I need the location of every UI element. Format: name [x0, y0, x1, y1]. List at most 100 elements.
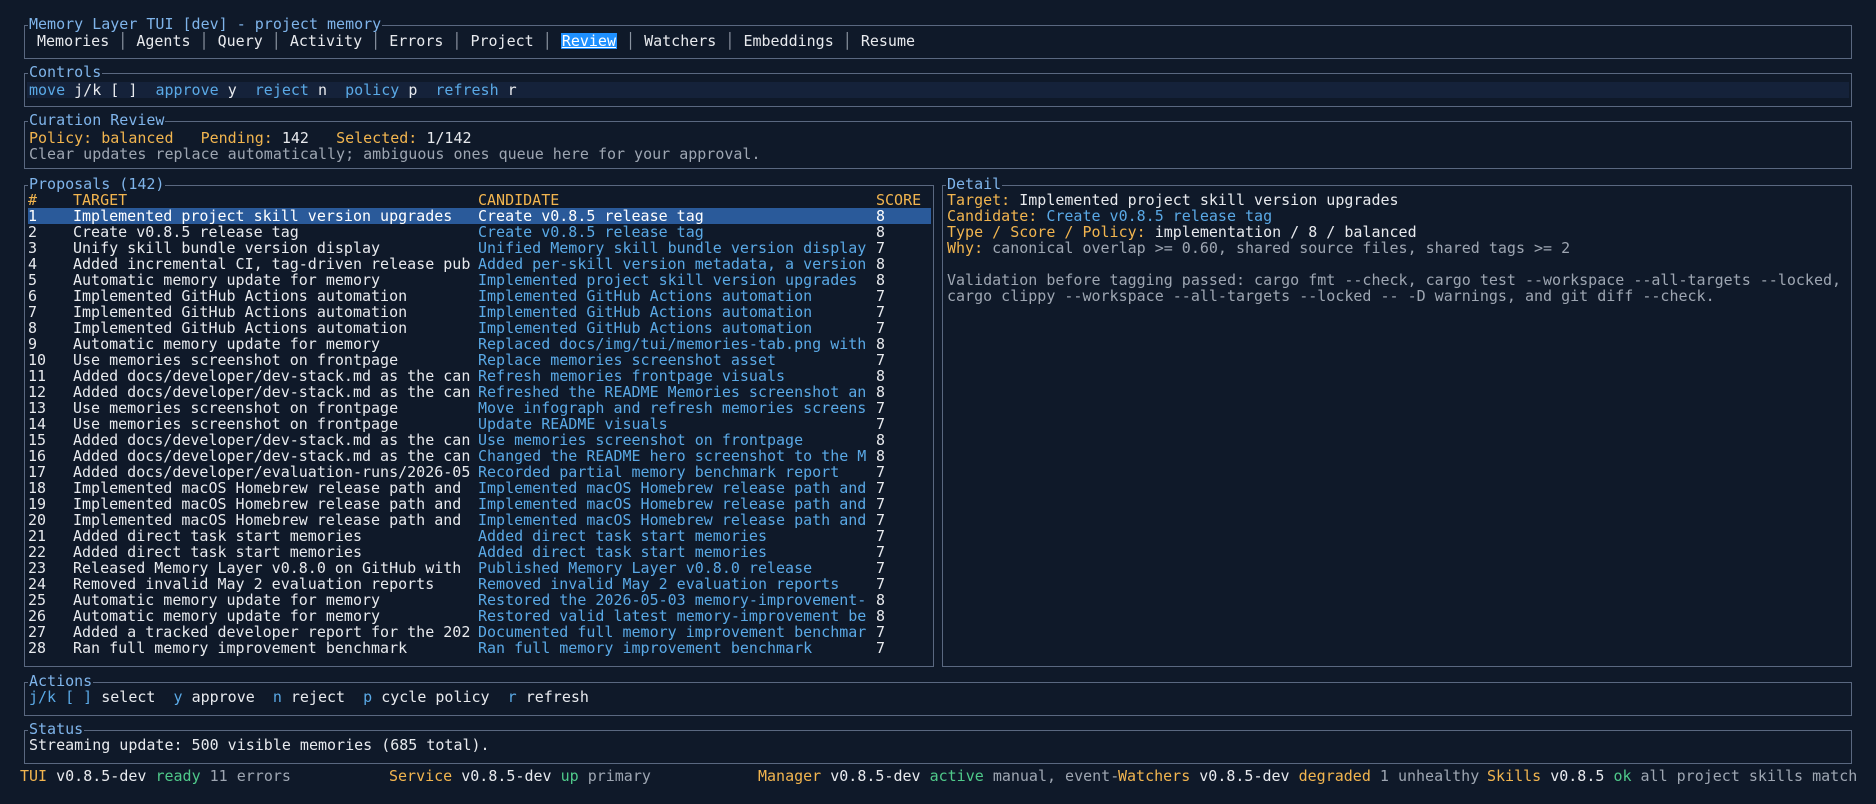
- tab-embeddings[interactable]: Embeddings: [743, 33, 833, 49]
- tab-project[interactable]: Project: [471, 33, 534, 49]
- tab-errors[interactable]: Errors: [389, 33, 443, 49]
- row-target: Released Memory Layer v0.8.0 on GitHub w…: [73, 560, 462, 576]
- row-score: 7: [876, 400, 886, 416]
- table-row[interactable]: 8 Implemented GitHub Actions automation Im…: [28, 320, 931, 336]
- table-row[interactable]: 2 Create v0.8.5 release tag Create v0.8.5 …: [28, 224, 931, 240]
- table-row[interactable]: 28 Ran full memory improvement benchmark R…: [28, 640, 931, 656]
- action-key-policy[interactable]: p: [363, 688, 372, 706]
- row-candidate: Implemented GitHub Actions automation: [478, 320, 813, 336]
- row-target: Added docs/developer/dev-stack.md as the…: [73, 448, 471, 464]
- detail-why-value: canonical overlap >= 0.60, shared source…: [992, 239, 1571, 257]
- row-candidate: Added per-skill version metadata, a vers…: [478, 256, 867, 272]
- action-key-refresh[interactable]: r: [508, 688, 517, 706]
- table-row[interactable]: 27 Added a tracked developer report for t…: [28, 624, 931, 640]
- table-row[interactable]: 26 Automatic memory update for memory Rest…: [28, 608, 931, 624]
- control-key-move[interactable]: j/k [ ]: [74, 81, 137, 99]
- row-target: Added incremental CI, tag-driven release…: [73, 256, 471, 272]
- table-row[interactable]: 25 Automatic memory update for memory Rest…: [28, 592, 931, 608]
- row-number: 24: [28, 576, 47, 592]
- actions-panel: Actions j/k [ ] select y approve n rejec…: [24, 673, 1852, 716]
- statusbar-watchers-info: 1 unhealthy: [1379, 767, 1480, 785]
- table-row[interactable]: 23 Released Memory Layer v0.8.0 on GitHub…: [28, 560, 931, 576]
- control-key-refresh[interactable]: r: [508, 81, 517, 99]
- statusbar-watchers-version: v0.8.5-dev: [1199, 767, 1290, 785]
- status-title: Status: [28, 720, 85, 738]
- table-row[interactable]: 7 Implemented GitHub Actions automation Im…: [28, 304, 931, 320]
- tab-resume[interactable]: Resume: [861, 33, 915, 49]
- row-target: Added a tracked developer report for the…: [73, 624, 471, 640]
- control-key-policy[interactable]: p: [408, 81, 417, 99]
- tab-separator: │: [716, 32, 744, 50]
- row-candidate: Use memories screenshot on frontpage: [478, 432, 804, 448]
- row-score: 8: [876, 336, 886, 352]
- action-key-select[interactable]: j/k [ ]: [29, 688, 92, 706]
- statusbar-skills-info: all project skills match: [1640, 767, 1858, 785]
- table-row[interactable]: 11 Added docs/developer/dev-stack.md as t…: [28, 368, 931, 384]
- tab-watchers[interactable]: Watchers: [644, 33, 716, 49]
- tab-query[interactable]: Query: [218, 33, 263, 49]
- row-number: 3: [28, 240, 38, 256]
- row-score: 7: [876, 624, 886, 640]
- table-row[interactable]: 9 Automatic memory update for memory Repla…: [28, 336, 931, 352]
- control-label-approve: approve: [155, 81, 219, 99]
- tab-separator: │: [833, 32, 861, 50]
- statusbar-service-name: Service: [389, 767, 453, 785]
- table-row[interactable]: 5 Automatic memory update for memory Imple…: [28, 272, 931, 288]
- table-row[interactable]: 6 Implemented GitHub Actions automation Im…: [28, 288, 931, 304]
- row-number: 22: [28, 544, 47, 560]
- table-row[interactable]: 21 Added direct task start memories Added …: [28, 528, 931, 544]
- table-row[interactable]: 24 Removed invalid May 2 evaluation repor…: [28, 576, 931, 592]
- statusbar-service-state: up: [560, 767, 579, 785]
- row-candidate: Removed invalid May 2 evaluation reports: [478, 576, 840, 592]
- row-candidate: Implemented GitHub Actions automation: [478, 304, 813, 320]
- table-row[interactable]: 20 Implemented macOS Homebrew release pat…: [28, 512, 931, 528]
- detail-target: Target: Implemented project skill versio…: [947, 192, 1399, 208]
- action-label-reject: reject: [290, 688, 346, 706]
- table-row[interactable]: 3 Unify skill bundle version display Unifi…: [28, 240, 931, 256]
- table-row[interactable]: 1 Implemented project skill version upgra…: [28, 208, 931, 224]
- row-candidate: Replaced docs/img/tui/memories-tab.png w…: [478, 336, 867, 352]
- row-score: 8: [876, 608, 886, 624]
- proposals-panel: Proposals (142) # TARGET CANDIDATE SCORE…: [24, 176, 934, 667]
- table-row[interactable]: 12 Added docs/developer/dev-stack.md as t…: [28, 384, 931, 400]
- row-candidate: Added direct task start memories: [478, 528, 767, 544]
- detail-title: Detail: [946, 175, 1003, 193]
- action-key-approve[interactable]: y: [174, 688, 183, 706]
- tab-agents[interactable]: Agents: [136, 33, 190, 49]
- statusbar-manager-version: v0.8.5-dev: [830, 767, 921, 785]
- detail-body-line-2: cargo clippy --workspace --all-targets -…: [947, 287, 1715, 305]
- curation-review-panel: Curation Review Policy: balanced Pending…: [24, 112, 1852, 169]
- table-row[interactable]: 17 Added docs/developer/evaluation-runs/2…: [28, 464, 931, 480]
- table-row[interactable]: 15 Added docs/developer/dev-stack.md as t…: [28, 432, 931, 448]
- control-key-approve[interactable]: y: [228, 81, 237, 99]
- control-key-reject[interactable]: n: [318, 81, 327, 99]
- row-number: 25: [28, 592, 47, 608]
- table-row[interactable]: 19 Implemented macOS Homebrew release pat…: [28, 496, 931, 512]
- table-row[interactable]: 14 Use memories screenshot on frontpage Up…: [28, 416, 931, 432]
- statusbar-skills-state: ok: [1613, 767, 1632, 785]
- row-target: Implemented macOS Homebrew release path …: [73, 480, 462, 496]
- row-candidate: Replace memories screenshot asset: [478, 352, 777, 368]
- table-row[interactable]: 22 Added direct task start memories Added …: [28, 544, 931, 560]
- table-row[interactable]: 4 Added incremental CI, tag-driven releas…: [28, 256, 931, 272]
- table-row[interactable]: 13 Use memories screenshot on frontpage Mo…: [28, 400, 931, 416]
- row-target: Implemented GitHub Actions automation: [73, 288, 408, 304]
- row-number: 13: [28, 400, 47, 416]
- tab-activity[interactable]: Activity: [290, 33, 362, 49]
- tab-review[interactable]: Review: [560, 33, 617, 49]
- review-summary: Policy: balanced Pending: 142 Selected: …: [29, 130, 472, 146]
- row-score: 8: [876, 432, 886, 448]
- row-score: 7: [876, 640, 886, 656]
- statusbar-tui-state: ready: [155, 767, 201, 785]
- table-row[interactable]: 18 Implemented macOS Homebrew release pat…: [28, 480, 931, 496]
- proposals-table: # TARGET CANDIDATE SCORE 1 Implemented pr…: [28, 192, 931, 656]
- statusbar-service-version: v0.8.5-dev: [461, 767, 552, 785]
- action-key-reject[interactable]: n: [273, 688, 282, 706]
- statusbar-service-info: primary: [587, 767, 651, 785]
- table-row[interactable]: 10 Use memories screenshot on frontpage Re…: [28, 352, 931, 368]
- table-row[interactable]: 16 Added docs/developer/dev-stack.md as t…: [28, 448, 931, 464]
- row-candidate: Changed the README hero screenshot to th…: [478, 448, 867, 464]
- row-target: Implemented macOS Homebrew release path …: [73, 496, 462, 512]
- app-title: Memory Layer TUI [dev] - project memory: [28, 15, 383, 33]
- tab-memories[interactable]: Memories: [37, 33, 109, 49]
